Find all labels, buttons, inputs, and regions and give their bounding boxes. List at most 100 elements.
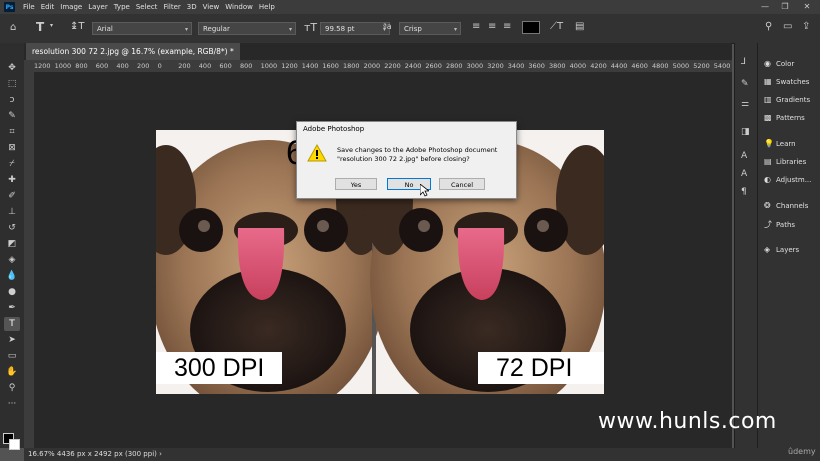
crop-tool-icon[interactable]: ⌗ [4,125,20,139]
healing-brush-tool-icon[interactable]: ✚ [4,173,20,187]
ruler-tick-label: 4200 [590,62,607,70]
menu-select[interactable]: Select [136,3,158,11]
photoshop-logo-icon: Ps [4,2,15,12]
quick-select-tool-icon[interactable]: ✎ [4,109,20,123]
panel-paths[interactable]: ⤴ Paths [764,219,795,230]
share-icon[interactable]: ⇪ [802,22,810,32]
marquee-tool-icon[interactable]: ⬚ [4,77,20,91]
ruler-tick-label: 3400 [507,62,525,70]
type-tool-icon[interactable]: T [36,21,44,33]
font-size-select[interactable]: 99.58 pt ▾ [320,22,390,35]
panel-swatches[interactable]: ▦ Swatches [764,77,809,86]
menu-file[interactable]: File [23,3,35,11]
patterns-icon: ▩ [764,113,772,122]
menu-type[interactable]: Type [114,3,130,11]
ruler-tick-label: 5400 [713,62,731,70]
left-dpi-label: 300 DPI [156,352,282,384]
more-tools-icon[interactable]: ··· [4,397,20,411]
dialog-title: Adobe Photoshop [303,125,365,133]
paragraph-panel-icon[interactable]: ¶ [741,187,747,197]
dialog-message-line2: "resolution 300 72 2.jpg" before closing… [337,155,470,163]
status-bar: 16.67% 4436 px x 2492 px (300 ppi) › [24,448,820,461]
yes-button[interactable]: Yes [335,178,377,190]
menu-view[interactable]: View [203,3,220,11]
ruler-tick-label: 1200 [281,62,298,70]
antialias-icon: ªa [383,22,392,31]
search-icon[interactable]: ⚲ [765,22,772,32]
path-select-tool-icon[interactable]: ➤ [4,333,20,347]
chevron-down-icon[interactable]: ▾ [50,23,53,29]
character-styles-icon[interactable]: A [741,169,747,179]
menu-filter[interactable]: Filter [163,3,180,11]
panel-color[interactable]: ◉ Color [764,59,794,68]
blur-tool-icon[interactable]: 💧 [4,269,20,283]
minimize-button[interactable]: — [755,0,775,14]
home-icon[interactable]: ⌂ [10,23,16,33]
background-color-swatch[interactable] [9,439,20,450]
restore-button[interactable]: ❐ [775,0,795,14]
ruler-tick-label: 4400 [610,62,628,70]
font-size-value: 99.58 pt [325,25,355,33]
brand-logo: ûdemy [788,447,816,456]
menu-bar: Ps File Edit Image Layer Type Select Fil… [0,0,820,14]
brushes-panel-icon[interactable]: ✎ [741,79,749,89]
antialias-select[interactable]: Crisp ▾ [399,22,461,35]
align-center-icon[interactable]: ≡ [488,22,496,32]
frame-tool-icon[interactable]: ⊠ [4,141,20,155]
info-panel-icon[interactable]: ◨ [741,127,750,137]
zoom-tool-icon[interactable]: ⚲ [4,381,20,395]
eraser-tool-icon[interactable]: ◩ [4,237,20,251]
clone-stamp-tool-icon[interactable]: ⊥ [4,205,20,219]
ruler-tick-label: 2000 [363,62,381,70]
panel-gradients[interactable]: ▥ Gradients [764,95,810,104]
close-button[interactable]: ✕ [797,0,817,14]
menu-3d[interactable]: 3D [187,3,197,11]
panel-learn[interactable]: 💡 Learn [764,139,796,148]
document-tab[interactable]: resolution 300 72 2.jpg @ 16.7% (example… [26,43,240,60]
hand-tool-icon[interactable]: ✋ [4,365,20,379]
lasso-tool-icon[interactable]: ↄ [4,93,20,107]
type-tool-icon[interactable]: T [4,317,20,331]
right-panels: ◉ Color ▦ Swatches ▥ Gradients ▩ Patterns 💡 L… [757,43,820,448]
font-style-select[interactable]: Regular ▾ [198,22,296,35]
character-panel-icon[interactable]: A [741,151,747,161]
warp-text-icon[interactable]: ⟋T [550,22,563,32]
text-orientation-icon[interactable]: ↨T [70,22,85,32]
align-left-icon[interactable]: ≡ [472,22,480,32]
history-panel-icon[interactable]: ⅃ [741,57,746,67]
layers-icon: ◈ [764,245,771,254]
character-panel-icon[interactable]: ▤ [575,22,584,32]
align-right-icon[interactable]: ≡ [503,22,511,32]
ruler-tick-label: 1000 [54,62,72,70]
ruler-tick-label: 3800 [549,62,566,70]
paint-bucket-tool-icon[interactable]: ◈ [4,253,20,267]
menu-window[interactable]: Window [225,3,253,11]
menu-edit[interactable]: Edit [41,3,55,11]
chevron-down-icon: ▾ [453,26,457,33]
panel-patterns[interactable]: ▩ Patterns [764,113,805,122]
history-brush-tool-icon[interactable]: ↺ [4,221,20,235]
panel-color-label: Color [776,60,795,68]
cancel-button[interactable]: Cancel [439,178,485,190]
move-tool-icon[interactable]: ✥ [4,61,20,75]
chevron-down-icon: ▾ [184,26,188,33]
dodge-tool-icon[interactable]: ● [4,285,20,299]
panel-channels[interactable]: ❂ Channels [764,201,808,210]
font-family-select[interactable]: Arial ▾ [92,22,192,35]
panel-libraries[interactable]: ▤ Libraries [764,157,806,166]
pen-tool-icon[interactable]: ✒ [4,301,20,315]
menu-layer[interactable]: Layer [88,3,108,11]
text-color-swatch[interactable] [522,21,540,34]
properties-panel-icon[interactable]: ⚌ [741,99,749,109]
rectangle-tool-icon[interactable]: ▭ [4,349,20,363]
panel-layers[interactable]: ◈ Layers [764,245,799,254]
menu-help[interactable]: Help [259,3,275,11]
warning-icon [307,144,327,162]
eyedropper-tool-icon[interactable]: ⌿ [4,157,20,171]
panel-adjustments[interactable]: ◐ Adjustm... [764,175,811,184]
menu-image[interactable]: Image [60,3,82,11]
workspace-icon[interactable]: ▭ [783,22,792,32]
brush-tool-icon[interactable]: ✐ [4,189,20,203]
ruler-tick-label: 800 [75,62,88,70]
text-color-fill [523,22,539,33]
